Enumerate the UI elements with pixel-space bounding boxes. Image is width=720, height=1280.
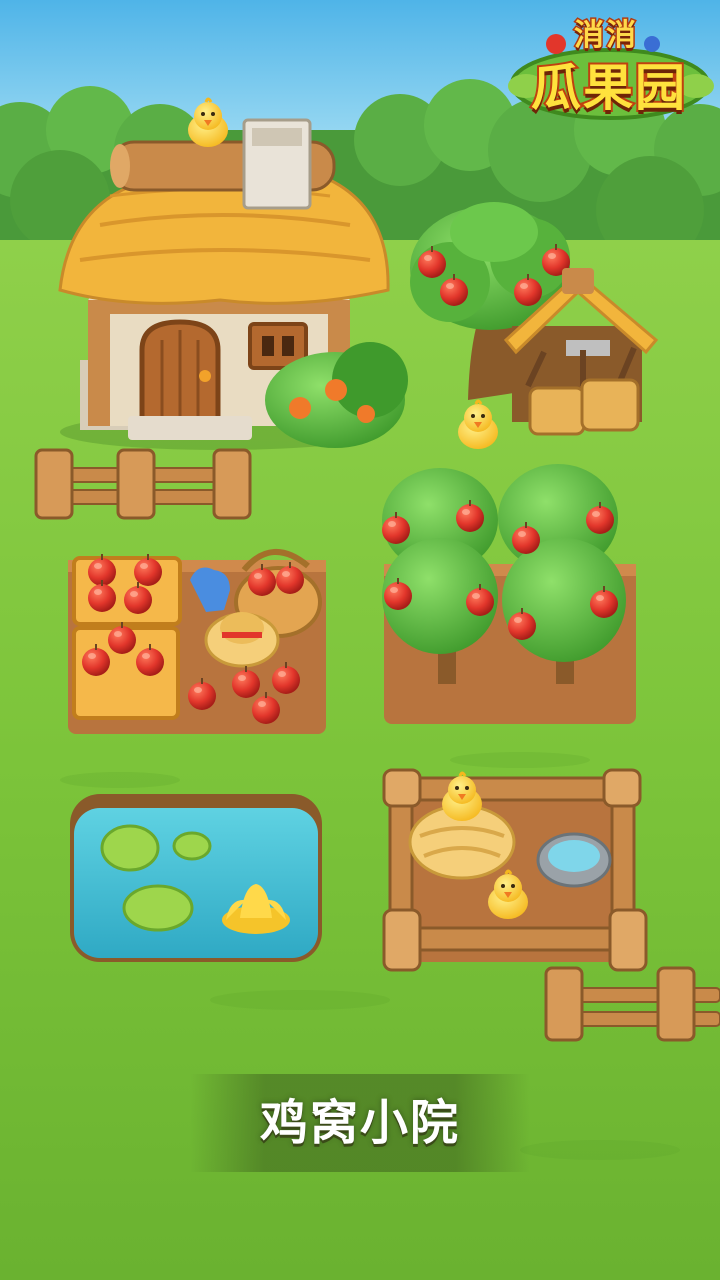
scene-title: 鸡窝小院 xyxy=(259,1095,460,1151)
logo-line1: 消消 xyxy=(573,17,638,55)
tool-icon xyxy=(566,340,610,356)
lily-pond xyxy=(70,794,322,962)
logo-line2: 瓜果园 xyxy=(529,57,687,119)
chicken-coop-yard xyxy=(382,768,648,972)
wooden-fence-left xyxy=(34,448,252,520)
lily-pad-icon xyxy=(100,824,160,872)
orchard-plot xyxy=(382,464,636,724)
apple-harvest-plot xyxy=(68,549,326,734)
